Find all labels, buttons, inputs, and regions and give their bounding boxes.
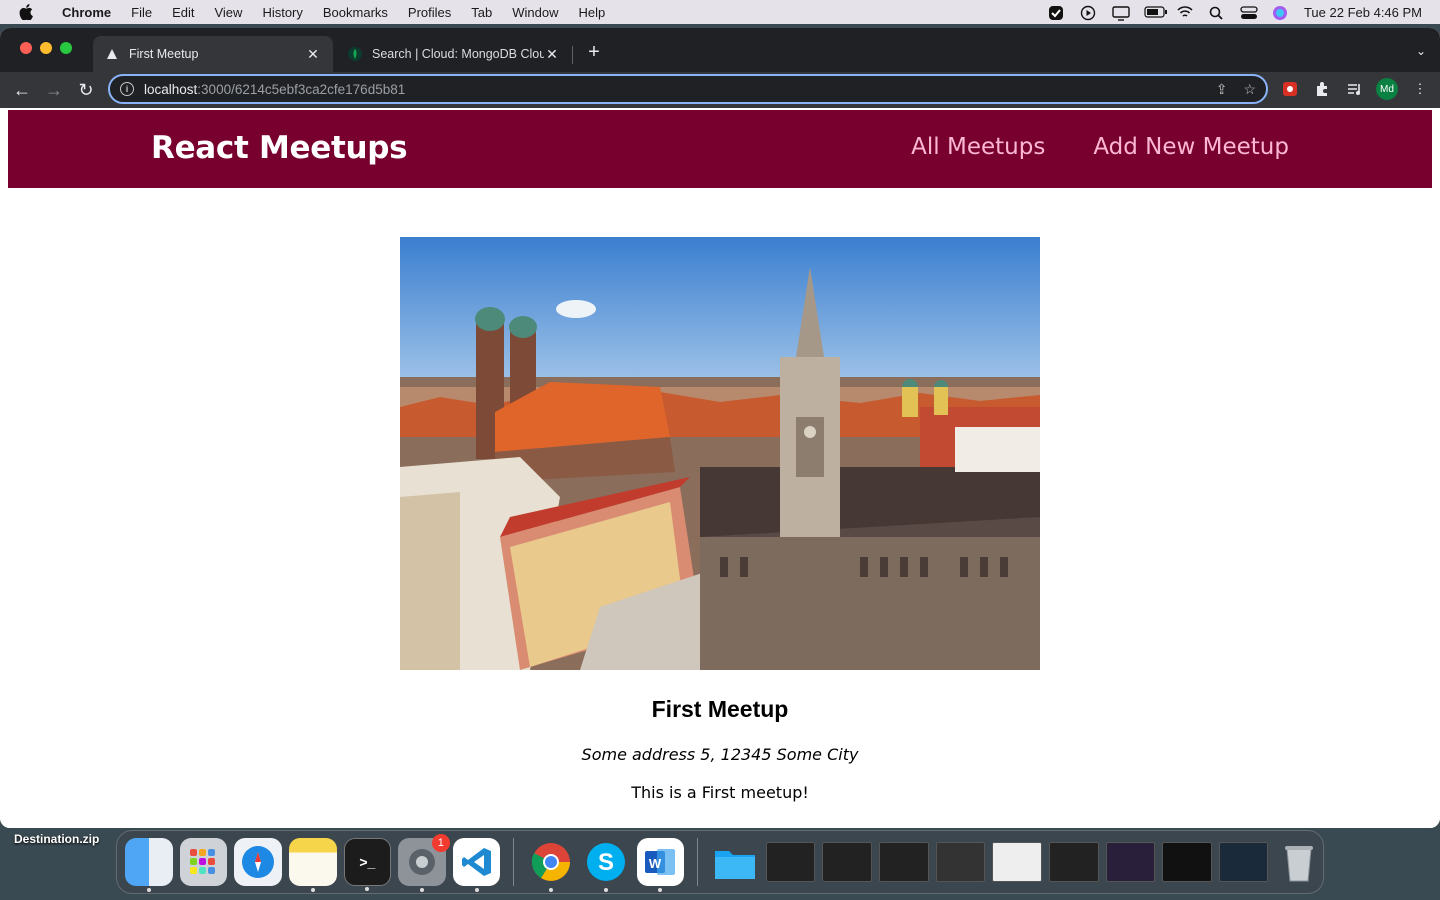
minimized-window-thumbnail[interactable]	[1218, 842, 1269, 882]
menu-tab[interactable]: Tab	[461, 5, 502, 20]
zoom-window-button[interactable]	[60, 42, 72, 54]
menu-bookmarks[interactable]: Bookmarks	[313, 5, 398, 20]
finder-icon[interactable]	[125, 838, 173, 892]
tab-first-meetup[interactable]: First Meetup ✕	[93, 36, 333, 72]
meetup-address: Some address 5, 12345 Some City	[581, 745, 859, 764]
tab-title: Search | Cloud: MongoDB Cloud	[372, 47, 544, 61]
url-host: localhost	[144, 81, 198, 97]
minimized-window-thumbnail[interactable]	[822, 842, 873, 882]
window-controls	[20, 42, 72, 54]
extension-red-icon[interactable]	[1280, 79, 1300, 99]
minimized-window-thumbnail[interactable]	[1048, 842, 1099, 882]
kebab-menu-icon[interactable]: ⋮	[1410, 79, 1430, 99]
menu-history[interactable]: History	[252, 5, 312, 20]
desktop-file-label[interactable]: Destination.zip	[14, 832, 99, 846]
vscode-icon[interactable]	[452, 838, 501, 892]
apple-icon[interactable]	[18, 4, 34, 20]
macos-dock: >_ 1 S W	[116, 830, 1324, 894]
profile-avatar[interactable]: Md	[1376, 78, 1398, 100]
notification-badge: 1	[431, 834, 450, 852]
page-viewport: React Meetups All Meetups Add New Meetup	[0, 108, 1440, 828]
tab-strip: First Meetup ✕ Search | Cloud: MongoDB C…	[0, 28, 1440, 72]
reload-icon[interactable]: ↻	[76, 80, 96, 100]
url-path: :3000/6214c5ebf3ca2cfe176d5b81	[197, 81, 406, 97]
menubar-clock[interactable]: Tue 22 Feb 4:46 PM	[1304, 5, 1422, 20]
nav-link-all-meetups[interactable]: All Meetups	[911, 134, 1045, 160]
svg-text:W: W	[649, 856, 662, 871]
close-tab-icon[interactable]: ✕	[544, 46, 560, 62]
notes-icon[interactable]	[288, 838, 337, 892]
extensions-area: Md ⋮	[1280, 78, 1430, 100]
tab-title: First Meetup	[129, 47, 199, 61]
system-preferences-gear-icon[interactable]: 1	[398, 834, 450, 892]
site-info-icon[interactable]: i	[120, 82, 134, 96]
launchpad-icon[interactable]	[179, 838, 228, 886]
extensions-puzzle-icon[interactable]	[1312, 79, 1332, 99]
munich-cityscape-picture	[400, 237, 1040, 670]
menu-edit[interactable]: Edit	[162, 5, 204, 20]
checkmark-status-icon[interactable]	[1048, 5, 1066, 20]
back-arrow-icon[interactable]: ←	[12, 80, 32, 100]
spotlight-search-icon[interactable]	[1208, 5, 1226, 20]
new-tab-plus-icon[interactable]: +	[584, 41, 604, 63]
tab-search-chevron-icon[interactable]: ⌄	[1416, 44, 1426, 58]
word-icon[interactable]: W	[636, 838, 685, 892]
tab-mongodb-search[interactable]: Search | Cloud: MongoDB Cloud ✕	[336, 36, 572, 72]
play-circle-icon[interactable]	[1080, 5, 1098, 21]
menu-window[interactable]: Window	[502, 5, 568, 20]
minimize-window-button[interactable]	[40, 42, 52, 54]
meetup-image	[400, 237, 1040, 670]
trash-icon[interactable]	[1275, 838, 1323, 886]
macos-menubar: Chrome File Edit View History Bookmarks …	[0, 0, 1440, 24]
address-bar[interactable]: i localhost:3000/6214c5ebf3ca2cfe176d5b8…	[108, 74, 1268, 104]
media-queue-icon[interactable]	[1344, 79, 1364, 99]
menu-help[interactable]: Help	[569, 5, 616, 20]
minimized-window-thumbnail[interactable]	[1162, 842, 1212, 882]
display-icon[interactable]	[1112, 5, 1130, 21]
meetup-title: First Meetup	[651, 696, 789, 722]
nextjs-triangle-icon	[105, 47, 119, 61]
meetup-description: This is a First meetup!	[631, 783, 809, 802]
close-window-button[interactable]	[20, 42, 32, 54]
svg-text:S: S	[598, 849, 614, 876]
minimized-window-thumbnail[interactable]	[765, 842, 816, 882]
mongodb-leaf-icon	[348, 47, 362, 61]
battery-icon[interactable]	[1144, 5, 1167, 19]
minimized-window-thumbnail[interactable]	[1105, 842, 1156, 882]
menu-view[interactable]: View	[204, 5, 252, 20]
wifi-icon[interactable]	[1176, 5, 1194, 19]
forward-arrow-icon[interactable]: →	[44, 80, 64, 100]
chrome-icon[interactable]	[527, 838, 575, 892]
bookmark-star-icon[interactable]: ☆	[1243, 81, 1256, 98]
menu-file[interactable]: File	[121, 5, 162, 20]
safari-icon[interactable]	[234, 838, 282, 886]
address-url[interactable]: localhost:3000/6214c5ebf3ca2cfe176d5b81	[144, 82, 405, 97]
menu-profiles[interactable]: Profiles	[398, 5, 461, 20]
site-header: React Meetups All Meetups Add New Meetup	[8, 110, 1432, 188]
dock-separator	[697, 838, 699, 886]
nav-link-add-new-meetup[interactable]: Add New Meetup	[1093, 134, 1289, 160]
siri-icon[interactable]	[1272, 5, 1290, 20]
control-center-icon[interactable]	[1240, 5, 1258, 19]
browser-window: First Meetup ✕ Search | Cloud: MongoDB C…	[0, 28, 1440, 828]
close-tab-icon[interactable]: ✕	[305, 46, 321, 62]
main-nav: All Meetups Add New Meetup	[911, 134, 1289, 160]
minimized-window-thumbnail[interactable]	[879, 842, 929, 882]
dock-separator	[513, 838, 515, 886]
minimized-window-thumbnail[interactable]	[992, 842, 1042, 882]
share-icon[interactable]: ⇪	[1216, 81, 1228, 98]
folder-icon[interactable]	[711, 838, 759, 886]
menu-app-name[interactable]: Chrome	[52, 5, 121, 20]
terminal-icon[interactable]: >_	[343, 838, 392, 891]
skype-icon[interactable]: S	[582, 838, 630, 892]
tab-separator	[572, 46, 573, 64]
minimized-window-thumbnail[interactable]	[935, 842, 986, 882]
browser-toolbar: ← → ↻ i localhost:3000/6214c5ebf3ca2cfe1…	[0, 72, 1440, 108]
site-logo[interactable]: React Meetups	[151, 130, 408, 166]
